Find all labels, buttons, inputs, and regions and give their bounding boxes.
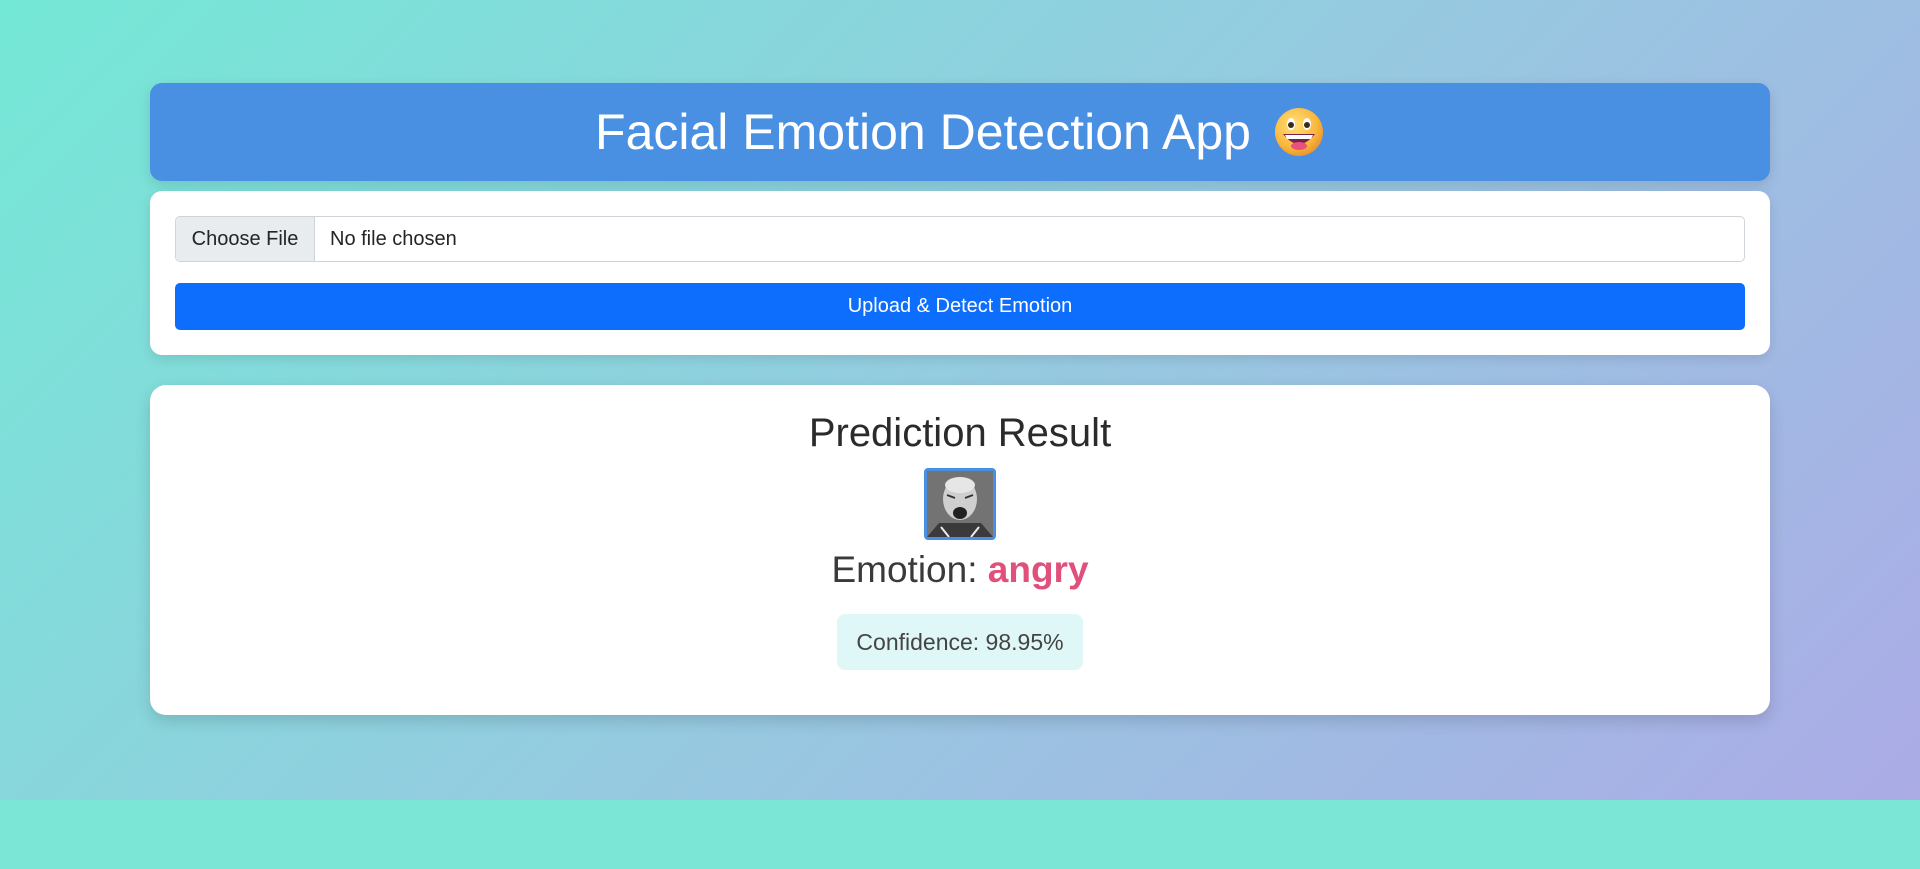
page-title: Facial Emotion Detection App	[595, 104, 1251, 160]
file-input[interactable]: Choose File No file chosen	[175, 216, 1745, 262]
emotion-line: Emotion: angry	[150, 549, 1770, 591]
confidence-badge: Confidence: 98.95%	[837, 614, 1083, 670]
choose-file-button[interactable]: Choose File	[176, 217, 315, 261]
result-card: Prediction Result Emotion: angry Confide…	[150, 385, 1770, 715]
grinning-face-icon	[1274, 108, 1323, 156]
result-title: Prediction Result	[808, 411, 1112, 455]
file-status-text: No file chosen	[330, 227, 457, 250]
upload-card: Choose File No file chosen Upload & Dete…	[150, 191, 1770, 355]
emotion-label: Emotion:	[831, 549, 978, 590]
uploaded-face-thumbnail	[924, 468, 996, 540]
face-photo-icon	[927, 471, 993, 537]
app-header: Facial Emotion Detection App	[150, 83, 1770, 181]
emotion-value: angry	[987, 549, 1089, 590]
upload-detect-button[interactable]: Upload & Detect Emotion	[175, 283, 1745, 330]
